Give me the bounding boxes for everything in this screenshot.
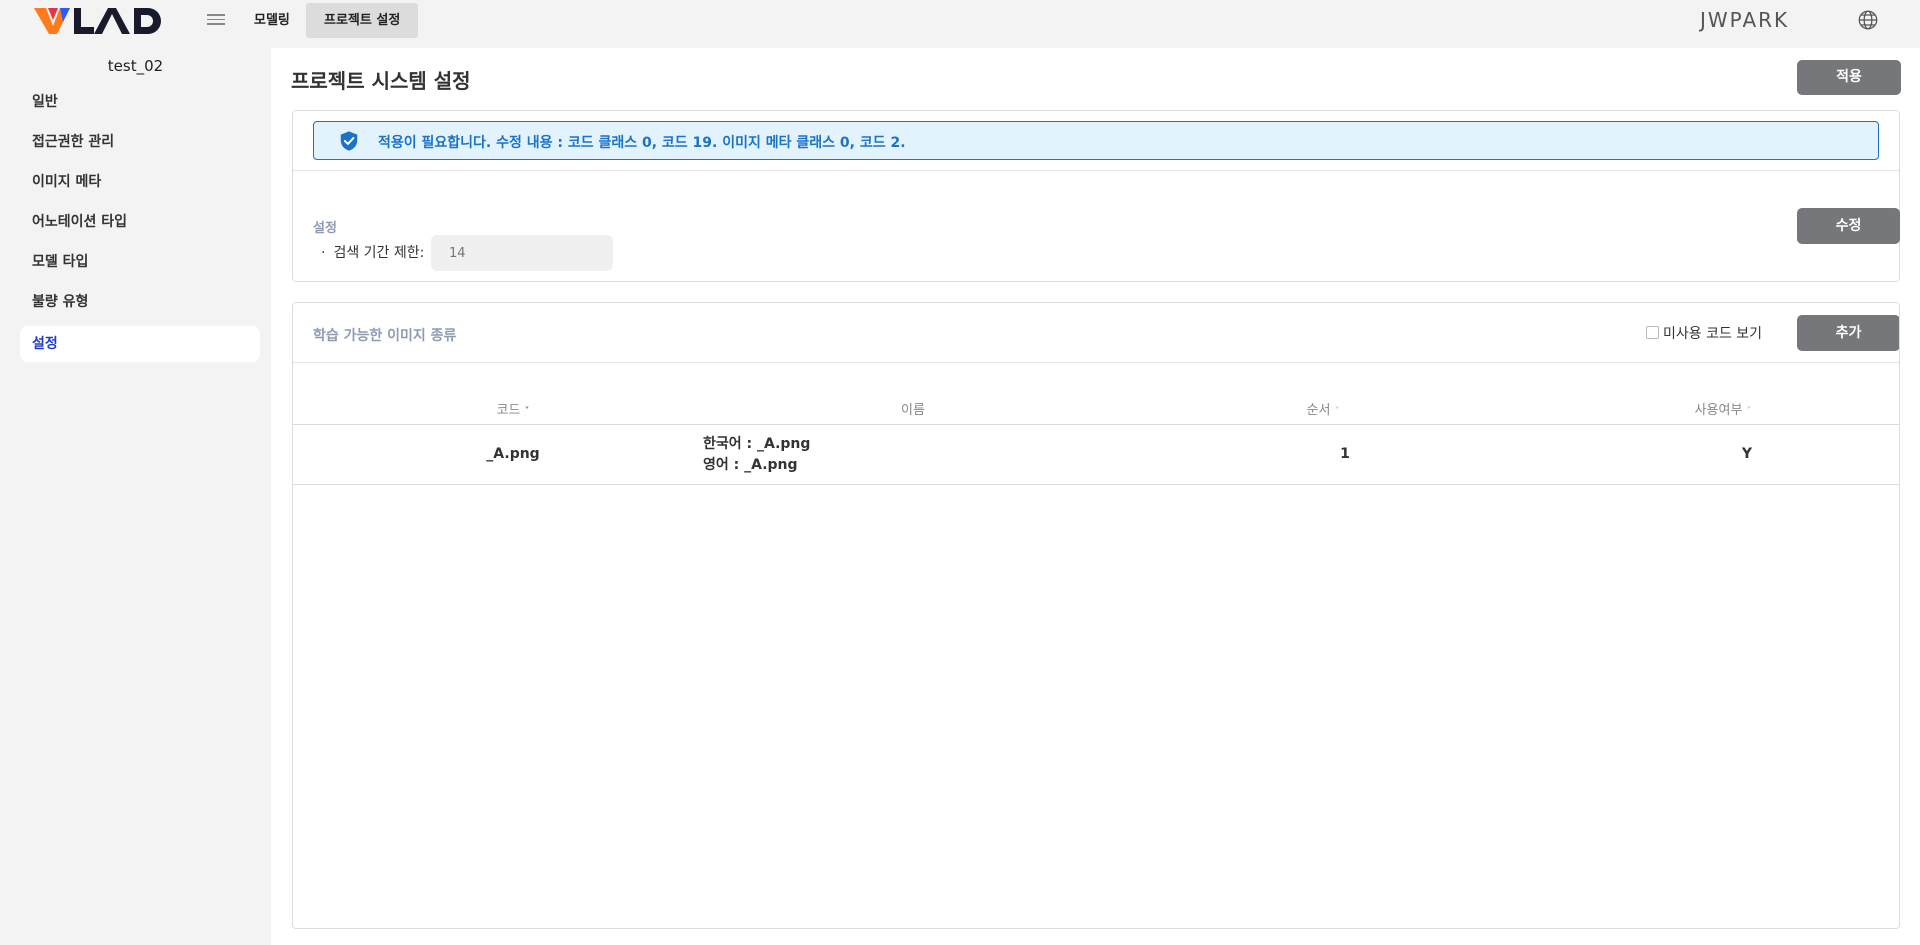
name-english: 영어 : _A.png bbox=[703, 457, 798, 473]
show-unused-codes-checkbox[interactable]: 미사용 코드 보기 bbox=[1646, 323, 1762, 343]
sidebar-item-defect-type[interactable]: 불량 유형 bbox=[20, 284, 260, 320]
column-header-code[interactable]: 코드 ˅ bbox=[463, 399, 563, 418]
hamburger-menu-icon[interactable] bbox=[207, 11, 225, 29]
chevron-down-icon[interactable]: ˅ bbox=[524, 406, 529, 417]
cell-code: _A.png bbox=[486, 446, 540, 462]
user-name[interactable]: JWPARK bbox=[1700, 8, 1789, 32]
checkbox-box[interactable] bbox=[1646, 326, 1659, 339]
divider bbox=[293, 362, 1899, 363]
shield-check-icon bbox=[340, 131, 358, 151]
table-row-divider bbox=[293, 484, 1899, 485]
sidebar-item-general[interactable]: 일반 bbox=[20, 84, 260, 120]
vlad-logo[interactable] bbox=[34, 4, 164, 36]
sidebar-item-settings[interactable]: 설정 bbox=[20, 326, 260, 362]
cell-order: 1 bbox=[1340, 446, 1350, 462]
name-korean: 한국어 : _A.png bbox=[703, 436, 811, 452]
bullet: · bbox=[321, 245, 326, 261]
settings-section-label: 설정 bbox=[313, 221, 337, 236]
sidebar-item-access[interactable]: 접근권한 관리 bbox=[20, 124, 260, 160]
column-header-use[interactable]: 사용여부 ˅ bbox=[1663, 399, 1783, 418]
show-unused-codes-label[interactable]: 미사용 코드 보기 bbox=[1663, 326, 1762, 342]
settings-card: 적용이 필요합니다. 수정 내용 : 코드 클래스 0, 코드 19. 이미지 … bbox=[292, 110, 1900, 282]
column-header-name: 이름 bbox=[901, 403, 925, 418]
nav-project-settings[interactable]: 프로젝트 설정 bbox=[306, 3, 419, 38]
nav-modeling[interactable]: 모델링 bbox=[236, 3, 308, 38]
search-period-label: · 검색 기간 제한: bbox=[321, 242, 424, 262]
sidebar-item-image-meta[interactable]: 이미지 메타 bbox=[20, 164, 260, 200]
top-header: 모델링 프로젝트 설정 JWPARK bbox=[0, 0, 1920, 42]
search-period-input[interactable] bbox=[431, 235, 613, 271]
image-types-card: 학습 가능한 이미지 종류 미사용 코드 보기 추가 코드 ˅ 이름 순서 ˅ 사용… bbox=[292, 302, 1900, 929]
apply-required-alert: 적용이 필요합니다. 수정 내용 : 코드 클래스 0, 코드 19. 이미지 … bbox=[313, 121, 1879, 160]
chevron-down-icon[interactable]: ˅ bbox=[1746, 406, 1751, 417]
sidebar-item-annotation-type[interactable]: 어노테이션 타입 bbox=[20, 204, 260, 240]
main-content: 프로젝트 시스템 설정 적용 적용이 필요합니다. 수정 내용 : 코드 클래스… bbox=[271, 48, 1920, 945]
sidebar: test_02 일반 접근권한 관리 이미지 메타 어노테이션 타입 모델 타입… bbox=[0, 42, 271, 945]
divider bbox=[293, 170, 1899, 171]
project-name: test_02 bbox=[107, 57, 164, 75]
cell-name: 한국어 : _A.png 영어 : _A.png bbox=[703, 434, 810, 476]
apply-button[interactable]: 적용 bbox=[1797, 60, 1901, 95]
column-header-order[interactable]: 순서 ˅ bbox=[1273, 399, 1373, 418]
edit-button[interactable]: 수정 bbox=[1797, 208, 1900, 244]
table-header-divider bbox=[293, 424, 1899, 425]
search-period-text: 검색 기간 제한: bbox=[333, 245, 425, 261]
alert-text: 적용이 필요합니다. 수정 내용 : 코드 클래스 0, 코드 19. 이미지 … bbox=[378, 135, 906, 151]
chevron-down-icon[interactable]: ˅ bbox=[1334, 406, 1339, 417]
sidebar-item-model-type[interactable]: 모델 타입 bbox=[20, 244, 260, 280]
image-types-title: 학습 가능한 이미지 종류 bbox=[313, 328, 457, 344]
globe-icon[interactable] bbox=[1857, 9, 1879, 31]
add-button[interactable]: 추가 bbox=[1797, 315, 1899, 351]
page-title: 프로젝트 시스템 설정 bbox=[291, 69, 471, 93]
cell-use: Y bbox=[1741, 446, 1753, 462]
